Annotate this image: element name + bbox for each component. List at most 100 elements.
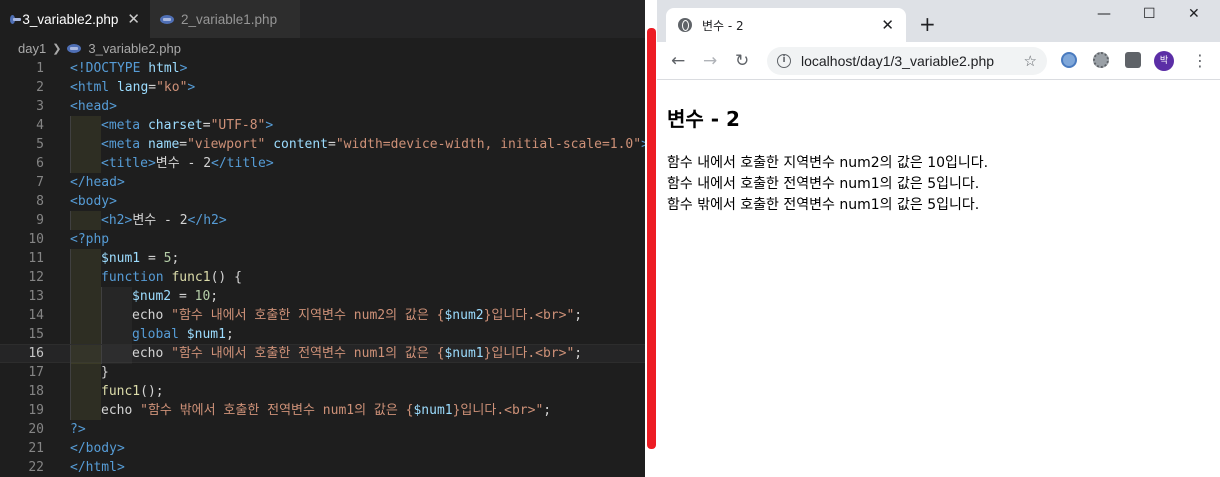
- code-line[interactable]: 11 $num1 = 5;: [0, 249, 645, 268]
- code-line[interactable]: 22 </html>: [0, 458, 645, 477]
- code-token: "viewport": [187, 137, 266, 152]
- page-output: 함수 내에서 호출한 지역변수 num2의 값은 10입니다. 함수 내에서 호…: [667, 153, 988, 216]
- browser-title-bar: 변수 - 2 ✕ + — ☐ ✕: [657, 0, 1220, 42]
- code-token: <meta: [101, 137, 148, 152]
- code-content: func1();: [70, 382, 164, 401]
- code-line[interactable]: 6 <title>변수 - 2</title>: [0, 154, 645, 173]
- address-bar[interactable]: i localhost/day1/3_variable2.php ☆: [767, 47, 1047, 75]
- close-icon[interactable]: ✕: [881, 16, 894, 34]
- puzzle-icon[interactable]: [1125, 52, 1141, 68]
- indent-guide: [70, 268, 101, 287]
- star-icon[interactable]: ☆: [1024, 52, 1037, 70]
- code-content: <body>: [70, 192, 117, 211]
- code-token: <h2>: [101, 213, 133, 228]
- tab-label: 2_variable1.php: [181, 11, 278, 27]
- code-content: <meta name="viewport" content="width=dev…: [70, 135, 645, 154]
- code-token: </h2>: [187, 213, 227, 228]
- code-token: name: [147, 137, 180, 152]
- code-token: <meta: [101, 118, 148, 133]
- code-token: "함수 내에서 호출한 전역변수 num1의 값은 {: [171, 346, 445, 361]
- code-content: <!DOCTYPE html>: [70, 59, 187, 78]
- reload-button[interactable]: ↻: [735, 51, 749, 71]
- line-number: 13: [28, 289, 44, 304]
- tab-label: 3_variable2.php: [22, 11, 119, 27]
- maximize-button[interactable]: ☐: [1143, 6, 1156, 22]
- line-number: 3: [36, 99, 44, 114]
- code-token: <body>: [70, 194, 117, 209]
- indent-guide: [70, 363, 101, 382]
- tab-2-variable1[interactable]: 2_variable1.php: [150, 0, 300, 38]
- code-line[interactable]: 20 ?>: [0, 420, 645, 439]
- code-token: <html: [70, 80, 117, 95]
- code-line[interactable]: 1 <!DOCTYPE html>: [0, 59, 645, 78]
- avatar[interactable]: 박: [1154, 51, 1174, 71]
- code-token: =: [148, 80, 157, 95]
- breadcrumb-folder[interactable]: day1: [18, 41, 46, 56]
- close-icon[interactable]: ✕: [127, 10, 140, 28]
- code-content: echo "함수 밖에서 호출한 전역변수 num1의 값은 {$num1}입니…: [70, 401, 551, 420]
- menu-icon[interactable]: ⋮: [1192, 51, 1208, 70]
- new-tab-button[interactable]: +: [919, 12, 936, 36]
- breadcrumb-file[interactable]: 3_variable2.php: [88, 41, 181, 56]
- code-line[interactable]: 5 <meta name="viewport" content="width=de…: [0, 135, 645, 154]
- code-editor[interactable]: 3_variable2.php ✕ 2_variable1.php day1 ❯…: [0, 0, 645, 477]
- tab-3-variable2[interactable]: 3_variable2.php ✕: [0, 0, 150, 38]
- code-line[interactable]: 9 <h2>변수 - 2</h2>: [0, 211, 645, 230]
- code-line[interactable]: 13 $num2 = 10;: [0, 287, 645, 306]
- chevron-right-icon: ❯: [52, 42, 62, 55]
- code-token: =: [202, 118, 211, 133]
- code-content: $num2 = 10;: [70, 287, 218, 306]
- indent-guide: [70, 249, 101, 268]
- line-number: 12: [28, 270, 44, 285]
- indent-guide: [101, 325, 132, 344]
- code-area[interactable]: 1 <!DOCTYPE html> 2 <html lang="ko"> 3 <head>…: [0, 59, 645, 477]
- code-content: }: [70, 363, 109, 382]
- code-token: $num2: [444, 308, 484, 323]
- code-token: "width=device-width, initial-scale=1.0": [335, 137, 642, 152]
- browser-toolbar: ← → ↻ i localhost/day1/3_variable2.php ☆…: [657, 42, 1220, 80]
- line-number: 15: [28, 327, 44, 342]
- code-token: $num1: [413, 403, 453, 418]
- code-line[interactable]: 17}: [0, 363, 645, 382]
- code-content: <html lang="ko">: [70, 78, 195, 97]
- code-content: $num1 = 5;: [70, 249, 179, 268]
- line-number: 7: [36, 175, 44, 190]
- extension-icon[interactable]: [1061, 52, 1077, 68]
- code-line[interactable]: 15 global $num1;: [0, 325, 645, 344]
- info-icon[interactable]: i: [777, 54, 791, 68]
- code-line[interactable]: 19 echo "함수 밖에서 호출한 전역변수 num1의 값은 {$num1}…: [0, 401, 645, 420]
- code-line[interactable]: 16 echo "함수 내에서 호출한 전역변수 num1의 값은 {$num1}…: [0, 344, 645, 364]
- browser-tab[interactable]: 변수 - 2 ✕: [666, 8, 906, 42]
- line-number: 11: [28, 251, 44, 266]
- code-line[interactable]: 12 function func1() {: [0, 268, 645, 287]
- code-token: }입니다.<br>": [452, 403, 544, 418]
- line-number: 9: [36, 213, 44, 228]
- extension-icon[interactable]: [1093, 52, 1109, 68]
- close-window-button[interactable]: ✕: [1188, 6, 1200, 22]
- code-token: =: [179, 137, 188, 152]
- code-line[interactable]: 10 <?php: [0, 230, 645, 249]
- code-content: <meta charset="UTF-8">: [70, 116, 273, 135]
- url-text[interactable]: localhost/day1/3_variable2.php: [801, 53, 1024, 69]
- code-line[interactable]: 14 echo "함수 내에서 호출한 지역변수 num2의 값은 {$num2}…: [0, 306, 645, 325]
- code-line[interactable]: 21 </body>: [0, 439, 645, 458]
- forward-button[interactable]: →: [703, 51, 717, 71]
- code-token: lang: [116, 80, 149, 95]
- code-token: echo: [101, 403, 141, 418]
- code-token: }입니다.<br>": [483, 346, 575, 361]
- minimize-button[interactable]: —: [1097, 6, 1111, 22]
- indent-guide: [101, 345, 132, 364]
- editor-tab-bar: 3_variable2.php ✕ 2_variable1.php: [0, 0, 645, 38]
- code-line[interactable]: 2 <html lang="ko">: [0, 78, 645, 97]
- code-token: ;: [171, 251, 180, 266]
- code-line[interactable]: 8 <body>: [0, 192, 645, 211]
- code-line[interactable]: 18 func1();: [0, 382, 645, 401]
- code-line[interactable]: 3 <head>: [0, 97, 645, 116]
- code-token: >: [179, 61, 188, 76]
- code-line[interactable]: 4 <meta charset="UTF-8">: [0, 116, 645, 135]
- code-line[interactable]: 7 </head>: [0, 173, 645, 192]
- code-token: =: [328, 137, 336, 152]
- code-content: </head>: [70, 173, 125, 192]
- back-button[interactable]: ←: [671, 51, 685, 71]
- indent-guide: [101, 306, 132, 325]
